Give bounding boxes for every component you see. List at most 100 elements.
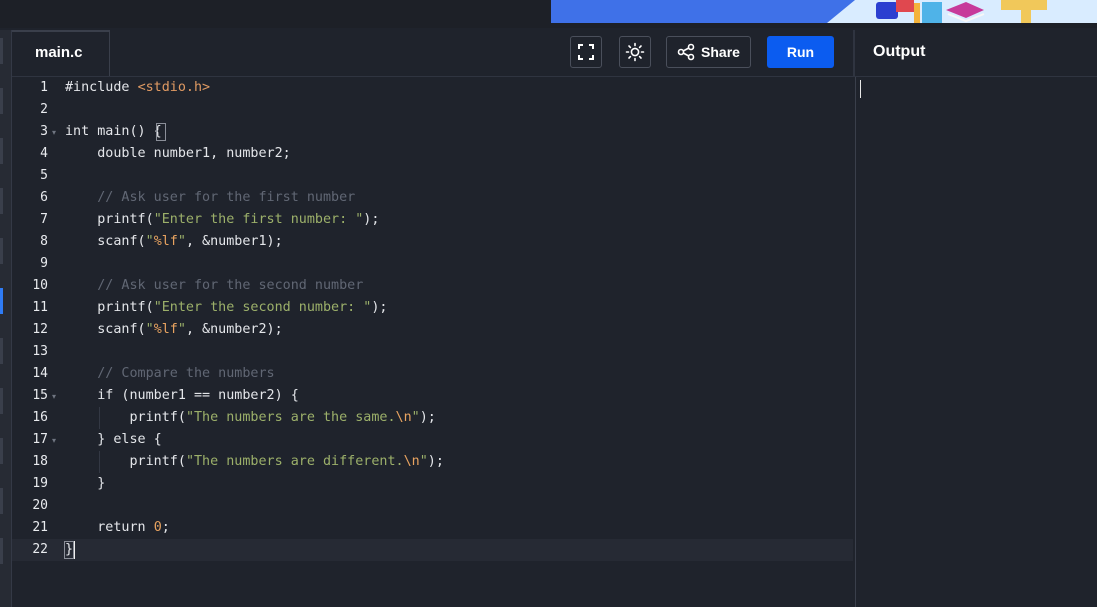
code-text: } else { [65, 432, 162, 447]
code-text: scanf("%lf", &number1); [65, 234, 283, 249]
rail-item[interactable] [0, 338, 3, 364]
line-number: 4 [40, 146, 48, 161]
line-number: 9 [40, 256, 48, 271]
code-line[interactable]: 17 ▾ } else { [12, 429, 853, 451]
fullscreen-icon [578, 44, 594, 60]
code-text: // Ask user for the first number [97, 190, 356, 205]
code-line[interactable]: 4 double number1, number2; [12, 143, 853, 165]
rail-item[interactable] [0, 38, 3, 64]
code-line[interactable]: 10 // Ask user for the second number [12, 275, 853, 297]
line-number: 7 [40, 212, 48, 227]
rail-item[interactable] [0, 138, 3, 164]
rail-item[interactable] [0, 488, 3, 514]
line-number: 18 [32, 454, 48, 469]
output-cursor [860, 80, 861, 98]
fullscreen-button[interactable] [570, 36, 602, 68]
file-tab-label: main.c [35, 44, 83, 61]
line-number: 13 [32, 344, 48, 359]
line-number: 14 [32, 366, 48, 381]
line-number: 17 [32, 432, 48, 447]
indent-guide [99, 451, 100, 473]
fold-arrow-icon[interactable]: ▾ [52, 392, 56, 401]
line-number: 5 [40, 168, 48, 183]
line-number: 1 [40, 80, 48, 95]
code-line[interactable]: 15 ▾ if (number1 == number2) { [12, 385, 853, 407]
rail-item[interactable] [0, 388, 3, 414]
share-icon [677, 43, 695, 61]
fold-arrow-icon[interactable]: ▾ [52, 436, 56, 445]
code-line[interactable]: 14 // Compare the numbers [12, 363, 853, 385]
line-number: 21 [32, 520, 48, 535]
code-text: } [65, 476, 106, 491]
code-line[interactable]: 20 [12, 495, 853, 517]
code-line[interactable]: 22} [12, 539, 853, 561]
line-number: 8 [40, 234, 48, 249]
rail-item[interactable] [0, 188, 3, 214]
sun-icon [625, 42, 645, 62]
line-number: 22 [32, 542, 48, 557]
code-line[interactable]: 2 [12, 99, 853, 121]
line-number: 2 [40, 102, 48, 117]
share-button[interactable]: Share [666, 36, 751, 68]
code-text: printf("The numbers are the same.\n"); [65, 410, 436, 425]
code-line[interactable]: 11 printf("Enter the second number: "); [12, 297, 853, 319]
code-text: // Compare the numbers [97, 366, 275, 381]
run-label: Run [786, 44, 815, 60]
rail-item[interactable] [0, 438, 3, 464]
theme-toggle-button[interactable] [619, 36, 651, 68]
output-panel[interactable] [855, 77, 1097, 607]
code-line[interactable]: 5 [12, 165, 853, 187]
rail-item[interactable] [0, 238, 3, 264]
run-button[interactable]: Run [767, 36, 834, 68]
bracket-match-highlight [64, 541, 74, 559]
bracket-match-highlight [156, 123, 166, 141]
code-editor[interactable]: 1 #include <stdio.h> 2 3 ▾ int main() { 4 doub… [12, 77, 853, 607]
rail-item[interactable] [0, 538, 3, 564]
line-number: 19 [32, 476, 48, 491]
code-text: double number1, number2; [65, 146, 291, 161]
file-tab[interactable]: main.c [12, 30, 110, 76]
editor-header: main.c Share Run Output [12, 30, 1097, 77]
line-number: 12 [32, 322, 48, 337]
code-line[interactable]: 6 // Ask user for the first number [12, 187, 853, 209]
code-line[interactable]: 9 [12, 253, 853, 275]
code-text: #include <stdio.h> [65, 80, 211, 95]
code-line[interactable]: 7 printf("Enter the first number: "); [12, 209, 853, 231]
fold-arrow-icon[interactable]: ▾ [52, 128, 56, 137]
text-cursor [74, 541, 75, 559]
line-number: 16 [32, 410, 48, 425]
code-line[interactable]: 3 ▾ int main() { [12, 121, 853, 143]
line-number: 6 [40, 190, 48, 205]
line-number: 11 [32, 300, 48, 315]
code-line[interactable]: 16 printf("The numbers are the same.\n")… [12, 407, 853, 429]
code-text: scanf("%lf", &number2); [65, 322, 283, 337]
rail-item-active[interactable] [0, 288, 3, 314]
code-line[interactable]: 12 scanf("%lf", &number2); [12, 319, 853, 341]
code-line[interactable]: 13 [12, 341, 853, 363]
panel-divider[interactable] [853, 30, 855, 76]
share-label: Share [701, 44, 740, 60]
code-text: printf("Enter the second number: "); [65, 300, 388, 315]
line-number: 10 [32, 278, 48, 293]
line-number: 15 [32, 388, 48, 403]
indent-guide [99, 407, 100, 429]
rail-item[interactable] [0, 88, 3, 114]
banner-illustration-icon [876, 0, 1047, 23]
code-line[interactable]: 1 #include <stdio.h> [12, 77, 853, 99]
code-text: printf("Enter the first number: "); [65, 212, 380, 227]
code-text: if (number1 == number2) { [65, 388, 299, 403]
code-line[interactable]: 18 printf("The numbers are different.\n"… [12, 451, 853, 473]
line-number: 3 [40, 124, 48, 139]
code-line[interactable]: 8 scanf("%lf", &number1); [12, 231, 853, 253]
code-text: return 0; [65, 520, 170, 535]
left-rail [0, 30, 12, 607]
output-title: Output [873, 43, 926, 60]
code-line[interactable]: 21 return 0; [12, 517, 853, 539]
code-text: int main() { [65, 124, 162, 139]
line-number: 20 [32, 498, 48, 513]
code-text: printf("The numbers are different.\n"); [65, 454, 444, 469]
code-line[interactable]: 19 } [12, 473, 853, 495]
promo-banner[interactable] [551, 0, 1097, 23]
top-strip [0, 0, 1097, 28]
code-text: // Ask user for the second number [97, 278, 364, 293]
